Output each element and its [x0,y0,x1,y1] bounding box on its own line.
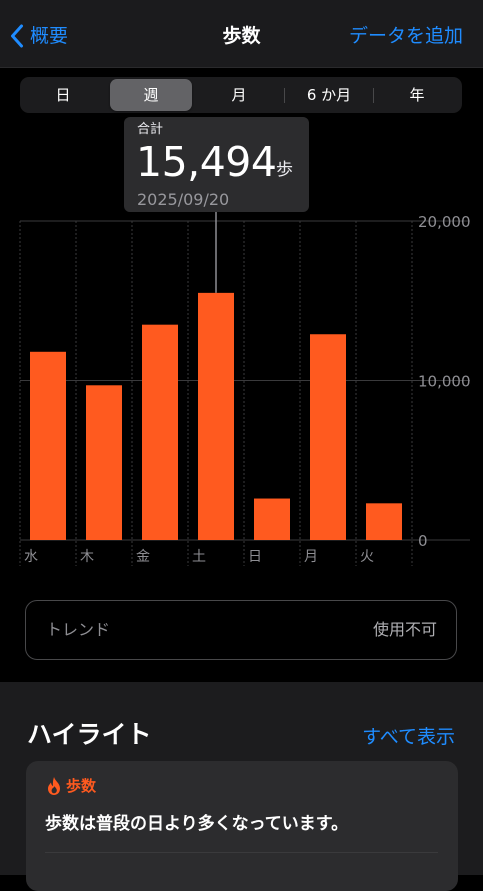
highlights-section: ハイライト すべて表示 歩数 歩数は普段の日より多くなっています。 [0,682,483,891]
bar [30,351,66,540]
tooltip-unit: 歩 [276,160,293,180]
main-screen: 概要 歩数 データを追加 日 週 月 6 か月 年 0 10,000 20,000 水… [0,0,483,682]
x-tick-label: 火 [360,549,374,565]
highlight-text: 歩数は普段の日より多くなっています。 [45,814,349,834]
tooltip-label: 合計 [137,122,164,137]
bar [310,334,346,540]
show-all-button[interactable]: すべて表示 [362,724,455,750]
x-tick-label: 金 [136,549,150,565]
bar [254,498,290,540]
x-tick-label: 木 [80,549,94,565]
trend-label: トレンド [46,620,111,639]
bar [198,292,234,540]
flame-icon [48,777,60,795]
selection-tooltip: 合計 15,494 歩 2025/09/20 [124,117,309,212]
y-tick-label: 20,000 [418,213,471,231]
highlight-category: 歩数 [66,777,97,795]
bar [366,503,402,540]
bar [142,324,178,540]
highlight-card[interactable]: 歩数 歩数は普段の日より多くなっています。 [26,761,458,891]
trend-status: 使用不可 [372,620,437,639]
tooltip-date: 2025/09/20 [137,190,230,209]
x-tick-label: 水 [24,549,38,565]
y-tick-label: 10,000 [418,373,471,391]
x-tick-label: 日 [248,549,262,565]
x-tick-label: 土 [192,549,206,565]
bar [86,385,122,540]
x-tick-label: 月 [304,549,318,565]
highlights-title: ハイライト [27,720,152,749]
tooltip-value: 15,494 [136,138,277,186]
trend-row[interactable]: トレンド 使用不可 [25,600,457,660]
y-tick-label: 0 [418,532,428,550]
steps-bar-chart[interactable]: 0 10,000 20,000 水 木 金 土 日 月 火 [0,0,483,600]
highlight-card-header: 歩数 [45,775,96,797]
card-divider [45,852,438,853]
